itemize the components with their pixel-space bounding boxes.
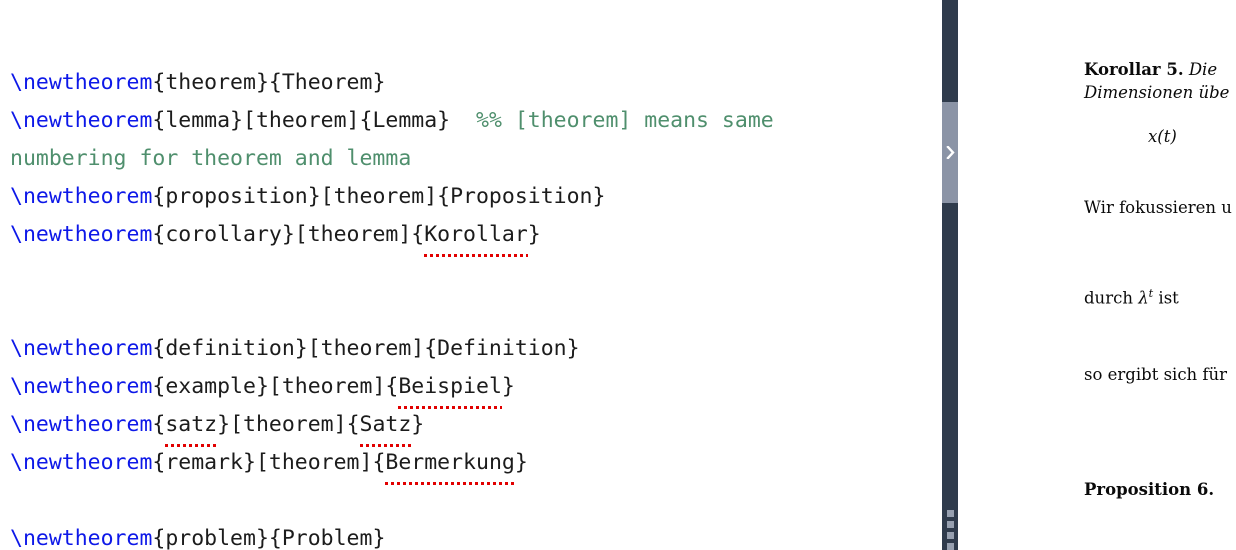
latex-plain-token: }[theorem]{ (217, 412, 360, 437)
pdf-math-run: λ (1138, 288, 1149, 308)
pdf-roman-run: durch (1084, 288, 1139, 308)
pdf-italic-run: Dimensionen übe (1084, 83, 1230, 102)
grip-dot (946, 543, 954, 550)
pdf-text-block: durch λt ist (1084, 287, 1179, 308)
code-line[interactable]: \newtheorem{theorem}{Theorem} (10, 64, 774, 102)
spellcheck-error-word: satz (165, 406, 218, 447)
spellcheck-error-word: Bermerkung (385, 444, 515, 485)
latex-command-token: \newtheorem (10, 222, 153, 247)
code-line[interactable]: \newtheorem{lemma}[theorem]{Lemma} %% [t… (10, 102, 774, 140)
latex-command-token: \newtheorem (10, 336, 153, 361)
code-line[interactable] (10, 482, 774, 520)
code-line[interactable] (10, 26, 774, 64)
code-line[interactable]: \newtheorem{proposition}[theorem]{Propos… (10, 178, 774, 216)
latex-plain-token: } (501, 374, 515, 399)
latex-plain-token: } (411, 412, 425, 437)
grip-dot (946, 532, 954, 539)
grip-dot (946, 510, 954, 517)
latex-plain-token: {definition}[theorem]{Definition} (152, 336, 580, 361)
pdf-italic-run: Die (1183, 60, 1218, 79)
latex-plain-token: {example}[theorem]{ (152, 374, 399, 399)
code-line[interactable]: \newtheorem{definition}[theorem]{Definit… (10, 330, 774, 368)
spellcheck-error-word: Satz (359, 406, 412, 447)
pdf-bold-run: Korollar 5. (1084, 60, 1184, 79)
latex-command-token: \newtheorem (10, 450, 153, 475)
pane-splitter[interactable] (942, 0, 958, 550)
latex-plain-token: {remark}[theorem]{ (152, 450, 386, 475)
chevron-right-icon (945, 146, 955, 159)
code-line[interactable] (10, 292, 774, 330)
pdf-text-block: Dimensionen übe (1084, 83, 1229, 102)
pdf-text-block: Korollar 5. Die (1084, 60, 1217, 79)
pdf-page: Korollar 5. Die Dimensionen übe x(t) Wir fo… (958, 0, 1236, 550)
drag-grip-icon[interactable] (942, 506, 958, 550)
pdf-bold-run: Proposition 6. (1084, 480, 1215, 499)
pdf-preview-pane[interactable]: Korollar 5. Die Dimensionen übe x(t) Wir fo… (958, 0, 1236, 550)
code-line[interactable]: numbering for theorem and lemma (10, 140, 774, 178)
source-editor-pane[interactable]: \newtheorem{theorem}{Theorem} \newtheorem… (0, 0, 942, 550)
pdf-roman-run: so ergibt sich für (1084, 365, 1228, 384)
spellcheck-error-word: Korollar (424, 216, 528, 257)
code-line[interactable] (10, 254, 774, 292)
code-line[interactable]: \newtheorem{problem}{Problem} (10, 520, 774, 550)
latex-command-token: \newtheorem (10, 526, 153, 550)
spellcheck-error-word: Beispiel (398, 368, 502, 409)
code-line[interactable]: \newtheorem{satz}[theorem]{Satz} (10, 406, 774, 447)
latex-command-token: \newtheorem (10, 108, 153, 133)
pdf-roman-run: ist (1153, 288, 1179, 308)
latex-plain-token: { (152, 412, 166, 437)
code-line[interactable]: \newtheorem{corollary}[theorem]{Korollar… (10, 216, 774, 257)
latex-editor-window: \newtheorem{theorem}{Theorem} \newtheorem… (0, 0, 1236, 550)
latex-plain-token: {problem}{Problem} (152, 526, 386, 550)
pdf-roman-run: Wir fokussieren u (1084, 198, 1232, 217)
latex-plain-token: {proposition}[theorem]{Proposition} (152, 184, 606, 209)
latex-plain-token: } (514, 450, 528, 475)
code-text-area[interactable]: \newtheorem{theorem}{Theorem} \newtheorem… (10, 26, 774, 550)
latex-command-token: \newtheorem (10, 70, 153, 95)
code-line[interactable]: \newtheorem{remark}[theorem]{Bermerkung} (10, 444, 774, 485)
latex-plain-token: } (527, 222, 541, 247)
grip-dot (946, 521, 954, 528)
pdf-text-block: Wir fokussieren u (1084, 198, 1232, 217)
latex-plain-token: {lemma}[theorem]{Lemma} (152, 108, 451, 133)
latex-comment-token: %% [theorem] means same (450, 108, 774, 133)
pdf-text-block: so ergibt sich für (1084, 365, 1227, 384)
latex-comment-token: numbering for theorem and lemma (10, 146, 412, 171)
latex-plain-token: {corollary}[theorem]{ (152, 222, 425, 247)
latex-command-token: \newtheorem (10, 374, 153, 399)
splitter-collapse-handle[interactable] (942, 102, 958, 203)
code-line[interactable]: \newtheorem{example}[theorem]{Beispiel} (10, 368, 774, 409)
pdf-math-run: x(t) (1148, 127, 1177, 146)
latex-command-token: \newtheorem (10, 184, 153, 209)
pdf-text-block: x(t) (1148, 127, 1177, 146)
latex-command-token: \newtheorem (10, 412, 153, 437)
latex-plain-token: {theorem}{Theorem} (152, 70, 386, 95)
pdf-text-block: Proposition 6. (1084, 480, 1214, 499)
